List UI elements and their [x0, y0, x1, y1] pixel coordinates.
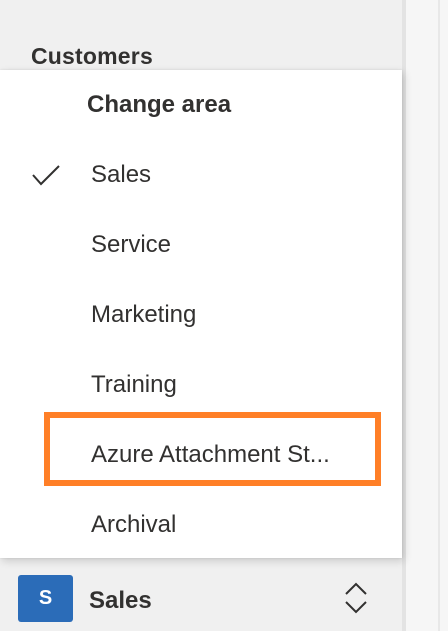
area-item-training[interactable]: Training: [0, 350, 402, 420]
area-item-azure-attachment-storage[interactable]: Azure Attachment St...: [0, 420, 402, 490]
flyout-title: Change area: [87, 91, 232, 118]
current-area-label: Sales: [89, 587, 152, 614]
area-avatar: S: [18, 575, 73, 622]
area-switcher-button[interactable]: S Sales: [0, 562, 402, 631]
area-item-label: Azure Attachment St...: [91, 441, 330, 468]
change-area-flyout: Change area Sales Service Marketing Trai…: [0, 70, 402, 558]
area-item-marketing[interactable]: Marketing: [0, 280, 402, 350]
area-item-service[interactable]: Service: [0, 210, 402, 280]
checkmark-icon: [32, 165, 60, 186]
chevron-up-down-icon: [345, 582, 367, 614]
area-item-archival[interactable]: Archival: [0, 490, 402, 560]
area-item-label: Marketing: [91, 301, 197, 328]
area-item-label: Archival: [91, 511, 177, 538]
main-content-area: [406, 0, 448, 631]
page: Customers Change area Sales Service Mark…: [0, 0, 448, 631]
area-item-label: Training: [91, 371, 177, 398]
sidebar-heading: Customers: [31, 43, 153, 69]
area-item-sales[interactable]: Sales: [0, 140, 402, 210]
area-item-label: Service: [91, 231, 172, 258]
area-item-label: Sales: [91, 161, 152, 188]
main-content-border: [438, 0, 440, 631]
